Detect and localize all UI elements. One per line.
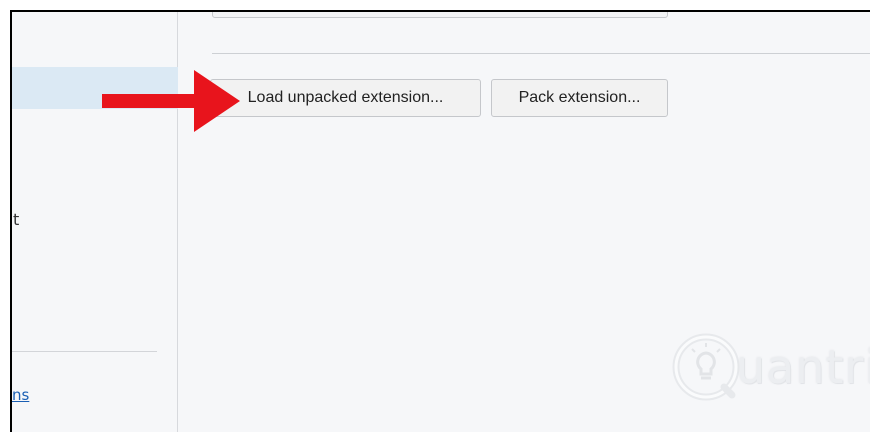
section-divider (212, 53, 870, 54)
developer-mode-row (212, 12, 668, 18)
sidebar-link[interactable]: ns (12, 386, 29, 404)
watermark-text: uantrimang (736, 340, 870, 394)
watermark: uantrimang (670, 330, 870, 404)
pack-extension-button[interactable]: Pack extension... (491, 79, 668, 117)
sidebar-item-label[interactable]: t (13, 210, 19, 229)
sidebar-divider (12, 351, 157, 352)
lightbulb-logo-icon (672, 333, 740, 401)
red-arrow-annotation (102, 70, 240, 132)
browser-window: t ns Load unpacked extension... Pack ext… (10, 10, 870, 432)
load-unpacked-extension-button[interactable]: Load unpacked extension... (210, 79, 481, 117)
main-content: Load unpacked extension... Pack extensio… (178, 12, 870, 432)
